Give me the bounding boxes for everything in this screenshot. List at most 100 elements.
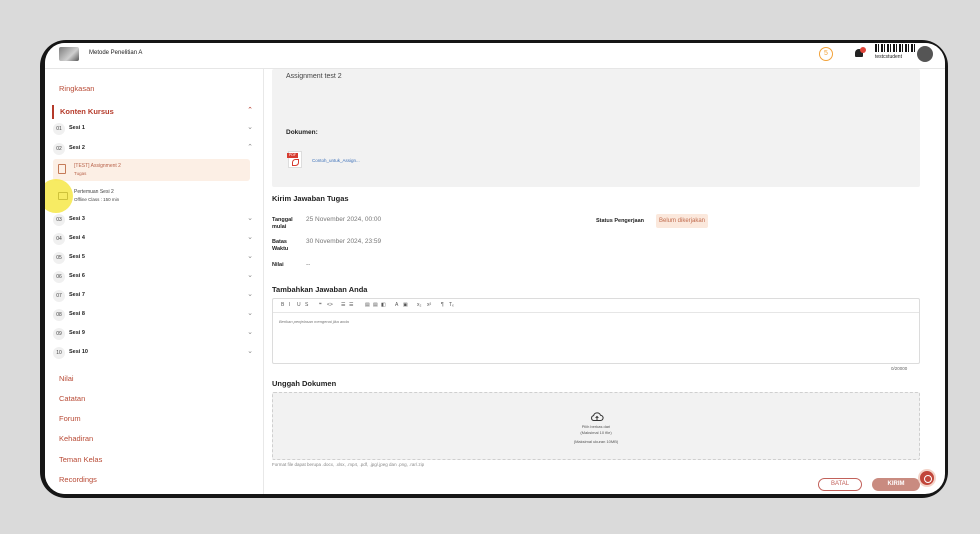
document-label: Dokumen: <box>286 129 318 136</box>
session-number: 06 <box>53 271 65 283</box>
text-color-button[interactable]: A <box>395 302 398 308</box>
session-number: 01 <box>53 123 65 135</box>
cancel-button[interactable]: BATAL <box>818 478 862 491</box>
assignment-description: Assignment test 2 <box>286 73 342 80</box>
sidebar-item-nilai[interactable]: Nilai <box>59 374 74 383</box>
session-label: Sesi 10 <box>69 349 88 355</box>
ordered-list-button[interactable]: ☰ <box>341 302 345 308</box>
avatar[interactable] <box>917 46 933 62</box>
sidebar-item-ringkasan[interactable]: Ringkasan <box>59 84 94 93</box>
upload-dropzone[interactable]: Pilih berkas dari (Maksimal 10 file) (Ma… <box>272 392 920 460</box>
chat-icon[interactable] <box>918 469 936 487</box>
user-menu[interactable]: testcstudent <box>873 44 937 66</box>
chevron-down-icon[interactable]: ⌄ <box>247 233 253 241</box>
editor-placeholder: Berikan penjelasan mengenai jika anda <box>279 319 349 324</box>
sidebar-item-forum[interactable]: Forum <box>59 414 81 423</box>
session-item-2[interactable]: 02 Sesi 2 ⌃ <box>53 142 253 156</box>
strike-button[interactable]: S <box>305 302 308 308</box>
code-button[interactable]: <> <box>327 302 333 308</box>
session-label: Sesi 7 <box>69 292 85 298</box>
quote-button[interactable]: ❝ <box>319 302 322 308</box>
chevron-up-icon[interactable]: ⌃ <box>247 106 253 114</box>
sidebar-item-kehadiran[interactable]: Kehadiran <box>59 434 93 443</box>
upload-max-files: (Maksimal 10 file) <box>580 430 612 435</box>
submit-button[interactable]: KIRIM <box>872 478 920 491</box>
subscript-button[interactable]: x₂ <box>417 302 421 308</box>
sub-item-assignment[interactable]: [TEST] Assignment 2 Tugas <box>53 159 250 181</box>
sub-item-meta: Tugas <box>74 171 87 176</box>
session-item-1[interactable]: 01 Sesi 1 ⌄ <box>53 122 253 136</box>
session-item-7[interactable]: 07 Sesi 7 ⌄ <box>53 289 253 303</box>
session-number: 05 <box>53 252 65 264</box>
session-item-9[interactable]: 09 Sesi 9 ⌄ <box>53 327 253 341</box>
status-badge: Belum dikerjakan <box>656 214 709 228</box>
sidebar-item-recordings[interactable]: Recordings <box>59 475 97 484</box>
points-badge-icon[interactable]: 5 <box>819 47 833 61</box>
session-item-10[interactable]: 10 Sesi 10 ⌄ <box>53 346 253 360</box>
chevron-down-icon[interactable]: ⌄ <box>247 309 253 317</box>
format-note: Format file dapat berupa .docx, .xlsx, .… <box>272 462 425 467</box>
bold-button[interactable]: B <box>281 302 284 308</box>
session-number: 10 <box>53 347 65 359</box>
session-label: Sesi 4 <box>69 235 85 241</box>
chevron-down-icon[interactable]: ⌄ <box>247 290 253 298</box>
session-label: Sesi 3 <box>69 216 85 222</box>
clear-format-button[interactable]: Tₓ <box>449 302 454 308</box>
cursor-highlight <box>45 179 73 213</box>
session-number: 04 <box>53 233 65 245</box>
session-item-4[interactable]: 04 Sesi 4 ⌄ <box>53 232 253 246</box>
character-count: 0/20000 <box>891 366 908 371</box>
chevron-down-icon[interactable]: ⌄ <box>247 123 253 131</box>
session-label: Sesi 5 <box>69 254 85 260</box>
outdent-button[interactable]: ▤ <box>373 302 378 308</box>
start-date-value: 25 November 2024, 00:00 <box>306 216 382 223</box>
indent-button[interactable]: ▤ <box>365 302 370 308</box>
session-number: 03 <box>53 214 65 226</box>
status-label: Status Pengerjaan <box>596 218 644 224</box>
start-date-label: Tanggal mulai <box>272 217 293 230</box>
sidebar: Ringkasan Konten Kursus ⌃ 01 Sesi 1 ⌄ 02… <box>45 69 264 494</box>
chevron-up-icon[interactable]: ⌃ <box>247 143 253 151</box>
user-logo <box>875 44 915 52</box>
bullet-list-button[interactable]: ☰ <box>349 302 353 308</box>
deadline-value: 30 November 2024, 23:59 <box>306 238 382 245</box>
sidebar-item-label: Konten Kursus <box>60 107 114 116</box>
sidebar-item-teman-kelas[interactable]: Teman Kelas <box>59 455 102 464</box>
superscript-button[interactable]: x² <box>427 302 431 308</box>
chevron-down-icon[interactable]: ⌄ <box>247 214 253 222</box>
deadline-label: Batas Waktu <box>272 239 289 252</box>
chevron-down-icon[interactable]: ⌄ <box>247 252 253 260</box>
pdf-file-icon[interactable]: PDF <box>287 151 302 168</box>
background-button[interactable]: ▣ <box>403 302 408 308</box>
align-button[interactable]: ◧ <box>381 302 386 308</box>
chevron-down-icon[interactable]: ⌄ <box>247 271 253 279</box>
session-label: Sesi 2 <box>69 145 85 151</box>
answer-editor[interactable]: B I U S ❝ <> ☰ ☰ ▤ ▤ ◧ A ▣ x₂ x² ¶ Tₓ Be… <box>272 298 920 364</box>
session-item-6[interactable]: 06 Sesi 6 ⌄ <box>53 270 253 284</box>
notification-bell-icon[interactable] <box>853 47 866 61</box>
session-item-8[interactable]: 08 Sesi 8 ⌄ <box>53 308 253 322</box>
upload-max-size: (Maksimal ukuran 10MB) <box>573 439 619 444</box>
sub-item-meeting[interactable]: Pertemuan Sesi 2 Offline Class : 150 min <box>53 185 250 207</box>
session-number: 08 <box>53 309 65 321</box>
chevron-down-icon[interactable]: ⌄ <box>247 347 253 355</box>
sub-item-meta: Offline Class : 150 min <box>74 197 120 202</box>
editor-toolbar: B I U S ❝ <> ☰ ☰ ▤ ▤ ◧ A ▣ x₂ x² ¶ Tₓ <box>273 299 919 313</box>
session-item-5[interactable]: 05 Sesi 5 ⌄ <box>53 251 253 265</box>
session-item-3[interactable]: 03 Sesi 3 ⌄ <box>53 213 253 227</box>
session-label: Sesi 9 <box>69 330 85 336</box>
session-number: 09 <box>53 328 65 340</box>
underline-button[interactable]: U <box>297 302 301 308</box>
document-link[interactable]: Contoh_untuk_Assign... <box>312 158 360 163</box>
sidebar-item-konten-kursus[interactable]: Konten Kursus ⌃ <box>52 105 257 119</box>
sidebar-item-catatan[interactable]: Catatan <box>59 394 85 403</box>
main-content: Assignment test 2 Dokumen: PDF Contoh_un… <box>265 69 945 494</box>
pdf-tag: PDF <box>287 153 298 158</box>
paragraph-button[interactable]: ¶ <box>441 302 444 308</box>
score-value: -- <box>306 261 311 268</box>
chevron-down-icon[interactable]: ⌄ <box>247 328 253 336</box>
session-label: Sesi 6 <box>69 273 85 279</box>
answer-section-title: Tambahkan Jawaban Anda <box>272 285 368 294</box>
italic-button[interactable]: I <box>289 302 290 308</box>
sub-item-title: Pertemuan Sesi 2 <box>74 189 114 195</box>
